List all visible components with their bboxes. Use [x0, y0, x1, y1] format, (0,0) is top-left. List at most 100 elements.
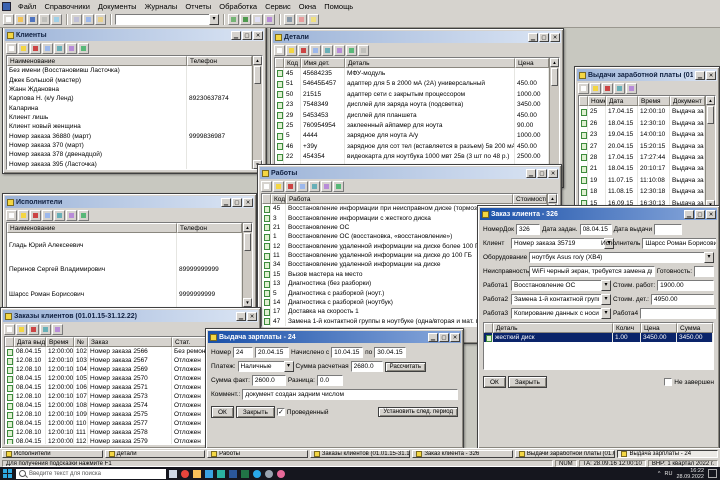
start-button[interactable] [3, 468, 13, 479]
cut-icon[interactable] [71, 14, 82, 25]
table-row[interactable]: Карпова Н. (к/у Ленд) 89230637874 [7, 94, 252, 104]
minimize-icon[interactable]: ▁ [231, 30, 241, 40]
table-row[interactable]: 46 +39у зарядное для сот тел (вставляется … [275, 141, 549, 152]
diff-field[interactable] [316, 375, 343, 386]
close-icon[interactable]: ✕ [247, 311, 257, 321]
column-header[interactable]: Имя дет. [301, 58, 345, 68]
order-form-titlebar[interactable]: Заказ клиента - 326 ▁ ▢ ✕ [480, 208, 717, 220]
table-row[interactable]: Джек Большой (мастер) [7, 75, 252, 85]
executors-titlebar[interactable]: Исполнители ▁ ▢ ✕ [5, 196, 254, 208]
new-icon[interactable] [261, 181, 272, 192]
ready-field[interactable] [694, 266, 714, 277]
column-header[interactable]: Цена [515, 58, 549, 68]
orders-journal-titlebar[interactable]: Заказы клиентов (01.01.15-31.12.22) ▁ ✕ [3, 310, 258, 322]
column-header[interactable]: Работа [286, 194, 513, 204]
language-indicator[interactable]: RU [665, 471, 673, 477]
delete-icon[interactable] [298, 45, 309, 56]
open-icon[interactable] [15, 14, 26, 25]
taskbar-button[interactable]: Работы [207, 450, 308, 458]
table-row[interactable]: 25 17.04.15 12:00:10 Выдача зар [579, 106, 705, 118]
notification-center-icon[interactable] [708, 469, 717, 478]
work3-combobox[interactable]: ▾ [511, 308, 611, 319]
column-header[interactable]: Код [271, 194, 286, 204]
edit-icon[interactable] [590, 83, 601, 94]
toolbar-combobox[interactable]: ▾ [115, 14, 219, 25]
table-row[interactable]: 22 454354 видеокарта для ноутбука 1000 мвт… [275, 151, 549, 163]
delete-icon[interactable] [28, 324, 39, 335]
interval-icon[interactable] [40, 324, 51, 335]
mail-icon[interactable] [205, 469, 213, 478]
close-icon[interactable]: ✕ [253, 30, 263, 40]
close-icon[interactable]: ✕ [706, 209, 716, 219]
table-row[interactable]: Перинов Сергей Владимирович 89999999999 [7, 257, 242, 283]
new-icon[interactable] [578, 83, 589, 94]
chrome-icon[interactable] [181, 469, 189, 478]
scroll-thumb[interactable] [244, 233, 251, 251]
menu-item-6[interactable]: Обработка [215, 2, 261, 11]
delete-icon[interactable] [285, 181, 296, 192]
vertical-scrollbar[interactable]: ▲▼ [252, 56, 262, 169]
new-icon[interactable] [6, 43, 17, 54]
close-icon[interactable]: ✕ [706, 70, 716, 80]
copy-icon[interactable] [42, 43, 53, 54]
excel-icon[interactable] [241, 469, 249, 478]
table-row[interactable]: Без имени (Восстановивш Ласточка) [7, 66, 252, 76]
column-header[interactable]: Колич [613, 323, 641, 333]
ok-button[interactable]: ОК [211, 406, 234, 418]
work2-combobox[interactable]: ▾ [511, 294, 611, 305]
column-header[interactable]: Сумма [677, 323, 713, 333]
column-header[interactable]: Дата [606, 96, 638, 106]
equipment-field[interactable] [529, 252, 704, 263]
column-header[interactable]: Цена [641, 323, 677, 333]
menu-item-4[interactable]: Журналы [141, 2, 182, 11]
table-row[interactable]: 29 5453453 дисплей для планшета 450.00 [275, 109, 549, 121]
table-row[interactable]: 19 11.07.15 11:10:08 Выдача зар [579, 174, 705, 187]
maximize-icon[interactable]: ▢ [537, 168, 547, 178]
equipment-combobox[interactable]: ▾ [529, 252, 714, 263]
chevron-down-icon[interactable]: ▾ [601, 294, 611, 305]
table-row[interactable]: 25 760954954 заклеенный айпамер для ноута 9… [275, 120, 549, 131]
menu-item-1[interactable]: Файл [14, 2, 40, 11]
fact-sum-field[interactable] [251, 375, 286, 386]
table-row[interactable]: Каларина [7, 103, 252, 113]
table-row[interactable]: Клиент лишь [7, 112, 252, 123]
interval-icon[interactable] [54, 43, 65, 54]
maximize-icon[interactable]: ▢ [242, 30, 252, 40]
delete-icon[interactable] [602, 83, 613, 94]
player-icon[interactable] [277, 469, 285, 478]
print-icon[interactable] [358, 45, 369, 56]
taskbar-button[interactable]: Исполнители [2, 450, 103, 458]
maximize-icon[interactable]: ▢ [539, 32, 549, 42]
delete-icon[interactable] [30, 210, 41, 221]
not-finished-checkbox[interactable] [664, 378, 673, 386]
column-header[interactable]: Время [638, 96, 670, 106]
menu-item-2[interactable]: Справочники [40, 2, 93, 11]
column-header[interactable]: Деталь [345, 58, 515, 68]
preview-icon[interactable] [51, 14, 62, 25]
column-header[interactable]: Заказ [88, 337, 172, 347]
column-header[interactable]: Стоимость [513, 194, 547, 204]
minimize-icon[interactable]: ▁ [526, 168, 536, 178]
payment-combobox[interactable]: ▾ [237, 361, 294, 372]
edit-icon[interactable] [273, 181, 284, 192]
table-row[interactable]: Номер заказа 370 (март) [7, 140, 252, 151]
comment-field[interactable] [242, 389, 458, 400]
minimize-icon[interactable]: ▁ [528, 32, 538, 42]
issue-date-field[interactable] [654, 224, 683, 235]
table-row[interactable]: 27 20.04.15 15:20:15 Выдача зар [579, 140, 705, 152]
column-header[interactable]: Код [284, 58, 301, 68]
client-combobox[interactable]: ▾ [511, 238, 614, 249]
print-icon[interactable] [39, 14, 50, 25]
minimize-icon[interactable]: ▁ [684, 209, 694, 219]
edit-icon[interactable] [18, 43, 29, 54]
salary-form-titlebar[interactable]: Выдача зарплаты - 24 ▁ ▢ ✕ [208, 331, 461, 343]
scroll-down-icon[interactable]: ▼ [243, 298, 252, 307]
taskbar-search[interactable]: Введите текст для поиска [16, 468, 166, 479]
work4-field[interactable] [640, 308, 716, 319]
close-icon[interactable]: ✕ [548, 168, 558, 178]
table-row[interactable]: Номер заказа 36880 (март) 9999836987 [7, 131, 252, 141]
cost-works-field[interactable] [657, 280, 714, 291]
table-row[interactable]: Гладь Юрий Алексеевич [7, 233, 242, 258]
tray-expand-icon[interactable]: ^ [658, 471, 661, 477]
chevron-down-icon[interactable]: ▾ [601, 308, 611, 319]
